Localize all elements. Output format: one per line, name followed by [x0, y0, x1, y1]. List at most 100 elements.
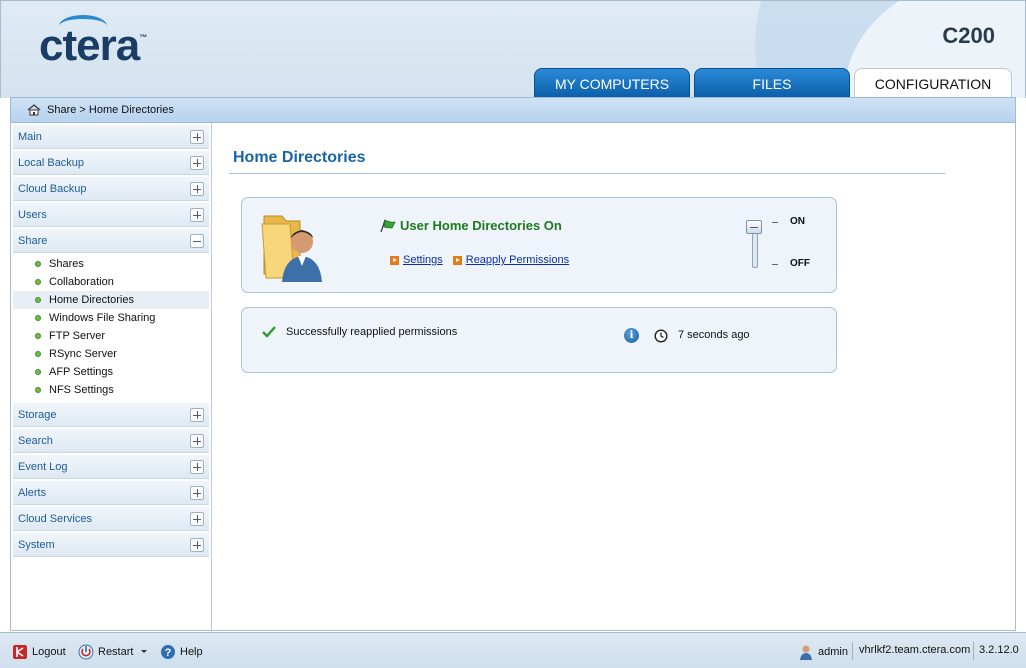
app-header: ctera™ C200 MY COMPUTERS FILES CONFIGURA… — [0, 0, 1026, 98]
switch-knob[interactable] — [746, 220, 762, 234]
timestamp: 7 seconds ago — [678, 329, 750, 341]
sidebar-section-label: Local Backup — [18, 156, 85, 169]
sidebar-section-label: System — [18, 538, 55, 551]
expand-icon[interactable] — [190, 511, 204, 526]
on-off-switch[interactable]: ON OFF — [746, 216, 816, 272]
bullet-icon — [35, 297, 41, 303]
user-icon — [800, 645, 812, 660]
share-subitems: Shares Collaboration Home Directories Wi… — [11, 253, 211, 401]
sidebar: Main Local Backup Cloud Backup Users Sha… — [11, 123, 212, 630]
checkmark-icon — [262, 326, 276, 338]
bullet-icon — [35, 315, 41, 321]
help-icon: ? — [161, 645, 175, 659]
sidebar-item-nfs-settings[interactable]: NFS Settings — [13, 381, 209, 399]
info-icon[interactable]: i — [624, 328, 639, 343]
status-label: User Home Directories On — [380, 218, 562, 233]
help-button[interactable]: ? Help — [160, 644, 203, 660]
sidebar-section-label: Share — [18, 234, 48, 247]
user-folder-icon — [261, 215, 322, 282]
reapply-permissions-link[interactable]: Reapply Permissions — [452, 254, 569, 266]
sidebar-section-system[interactable]: System — [13, 533, 209, 557]
ctera-logo: ctera™ — [39, 21, 147, 70]
tab-files[interactable]: FILES — [694, 68, 850, 98]
sidebar-item-home-directories[interactable]: Home Directories — [13, 291, 209, 309]
home-icon[interactable] — [27, 104, 41, 116]
tab-configuration[interactable]: CONFIGURATION — [854, 68, 1012, 98]
device-model: C200 — [942, 23, 995, 48]
expand-icon[interactable] — [190, 485, 204, 500]
sidebar-item-afp-settings[interactable]: AFP Settings — [13, 363, 209, 381]
switch-tick — [772, 222, 778, 223]
expand-icon[interactable] — [190, 207, 204, 222]
footer-divider — [852, 642, 853, 660]
success-message: Successfully reapplied permissions — [262, 326, 457, 338]
sidebar-item-shares[interactable]: Shares — [13, 255, 209, 273]
collapse-icon[interactable] — [190, 233, 204, 248]
bullet-icon — [35, 351, 41, 357]
clock-icon — [654, 329, 668, 343]
footer-divider — [973, 642, 974, 660]
sidebar-section-share[interactable]: Share — [13, 229, 209, 253]
main-tabs: MY COMPUTERS FILES CONFIGURATION — [534, 68, 1012, 98]
bullet-icon — [35, 369, 41, 375]
firmware-version: 3.2.12.0 — [979, 644, 1019, 656]
breadcrumb: Share > Home Directories — [10, 97, 1016, 123]
restart-icon — [78, 644, 94, 660]
settings-link[interactable]: Settings — [390, 254, 443, 266]
arrow-icon — [452, 255, 462, 265]
arrow-icon — [390, 255, 399, 265]
tab-my-computers[interactable]: MY COMPUTERS — [534, 68, 690, 98]
sidebar-section-alerts[interactable]: Alerts — [13, 481, 209, 505]
content-pane: Home Directories User Home Directories O… — [213, 123, 1015, 630]
switch-off-label: OFF — [790, 258, 810, 269]
expand-icon[interactable] — [190, 155, 204, 170]
sidebar-section-main[interactable]: Main — [13, 125, 209, 149]
bullet-icon — [35, 279, 41, 285]
logout-button[interactable]: Logout — [12, 644, 66, 660]
sidebar-section-label: Users — [18, 208, 47, 221]
sidebar-section-label: Alerts — [18, 486, 47, 499]
sidebar-section-local-backup[interactable]: Local Backup — [13, 151, 209, 175]
chevron-down-icon — [141, 650, 148, 653]
sidebar-item-rsync-server[interactable]: RSync Server — [13, 345, 209, 363]
expand-icon[interactable] — [190, 459, 204, 474]
flag-icon — [380, 218, 396, 232]
sidebar-section-label: Cloud Services — [18, 512, 92, 525]
breadcrumb-text: Share > Home Directories — [47, 104, 174, 116]
expand-icon[interactable] — [190, 433, 204, 448]
sidebar-section-label: Cloud Backup — [18, 182, 87, 195]
footer-bar: Logout Restart ? Help admin vhrlkf2.team… — [0, 632, 1026, 668]
current-user: admin — [798, 644, 848, 660]
expand-icon[interactable] — [190, 537, 204, 552]
main-frame: Main Local Backup Cloud Backup Users Sha… — [10, 123, 1016, 631]
restart-menu[interactable]: Restart — [78, 644, 149, 660]
bullet-icon — [35, 261, 41, 267]
sidebar-section-label: Search — [18, 434, 53, 447]
status-message-panel: Successfully reapplied permissions i 7 s… — [241, 307, 837, 373]
sidebar-section-search[interactable]: Search — [13, 429, 209, 453]
expand-icon[interactable] — [190, 407, 204, 422]
sidebar-item-ftp-server[interactable]: FTP Server — [13, 327, 209, 345]
sidebar-section-label: Main — [18, 130, 42, 143]
title-divider — [229, 173, 945, 174]
sidebar-item-windows-file-sharing[interactable]: Windows File Sharing — [13, 309, 209, 327]
sidebar-section-storage[interactable]: Storage — [13, 403, 209, 427]
host-name: vhrlkf2.team.ctera.com — [859, 644, 971, 656]
expand-icon[interactable] — [190, 129, 204, 144]
switch-on-label: ON — [790, 216, 805, 227]
home-directories-panel: User Home Directories On Settings Reappl… — [241, 197, 837, 293]
expand-icon[interactable] — [190, 181, 204, 196]
logout-icon — [13, 645, 27, 659]
switch-tick — [772, 264, 778, 265]
sidebar-section-label: Event Log — [18, 460, 68, 473]
page-title: Home Directories — [233, 149, 366, 166]
bullet-icon — [35, 387, 41, 393]
sidebar-section-users[interactable]: Users — [13, 203, 209, 227]
sidebar-section-cloud-services[interactable]: Cloud Services — [13, 507, 209, 531]
sidebar-item-collaboration[interactable]: Collaboration — [13, 273, 209, 291]
sidebar-section-event-log[interactable]: Event Log — [13, 455, 209, 479]
bullet-icon — [35, 333, 41, 339]
sidebar-section-label: Storage — [18, 408, 57, 421]
sidebar-section-cloud-backup[interactable]: Cloud Backup — [13, 177, 209, 201]
action-links: Settings Reapply Permissions — [390, 254, 569, 266]
